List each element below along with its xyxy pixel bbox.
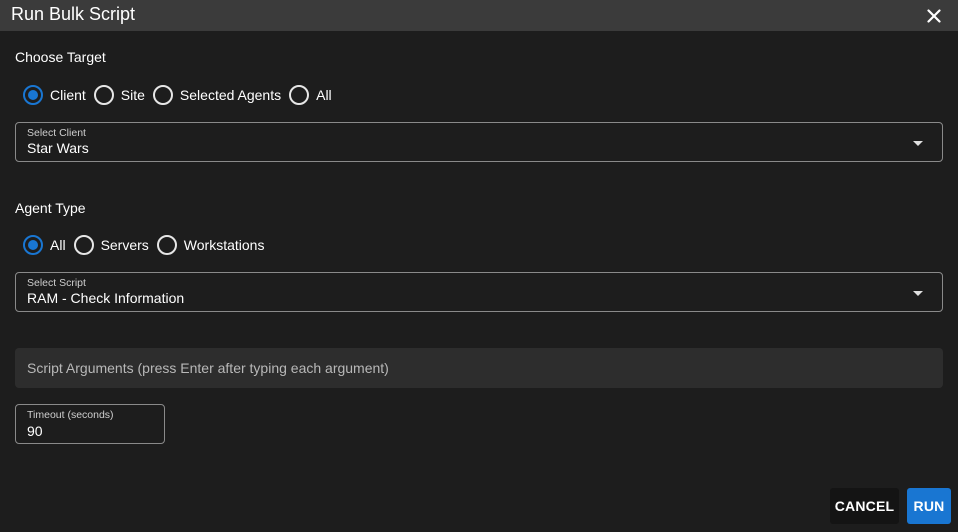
radio-label: Selected Agents xyxy=(179,87,282,103)
radio-unchecked-icon xyxy=(152,85,173,105)
timeout-field: Timeout (seconds) xyxy=(15,404,165,444)
radio-checked-icon xyxy=(23,85,43,105)
radio-label: All xyxy=(316,87,332,103)
dialog-title: Run Bulk Script xyxy=(11,4,136,24)
run-button[interactable]: RUN xyxy=(907,488,951,524)
radio-label: Workstations xyxy=(183,237,265,253)
radio-target-site[interactable]: Site xyxy=(93,85,145,105)
radio-label: Servers xyxy=(100,237,149,253)
radio-target-selected-agents[interactable]: Selected Agents xyxy=(152,85,282,105)
choose-target-heading: Choose Target xyxy=(15,49,106,65)
radio-agent-workstations[interactable]: Workstations xyxy=(156,235,265,255)
script-arguments-field xyxy=(15,348,943,388)
radio-unchecked-icon xyxy=(93,85,114,105)
radio-target-client[interactable]: Client xyxy=(23,85,86,105)
select-client-dropdown[interactable]: Select Client Star Wars xyxy=(15,122,943,162)
script-arguments-input[interactable] xyxy=(15,348,943,388)
radio-unchecked-icon xyxy=(289,85,310,105)
radio-target-all[interactable]: All xyxy=(289,85,332,105)
timeout-label: Timeout (seconds) xyxy=(27,409,114,421)
radio-label: Client xyxy=(50,87,86,103)
timeout-input[interactable] xyxy=(27,422,147,440)
cancel-button[interactable]: CANCEL xyxy=(830,488,899,524)
run-bulk-script-dialog: Run Bulk Script Choose Target Client Sit… xyxy=(0,0,958,532)
radio-unchecked-icon xyxy=(156,235,177,255)
radio-checked-icon xyxy=(23,235,43,255)
dialog-titlebar: Run Bulk Script xyxy=(0,0,958,31)
close-icon xyxy=(927,9,941,23)
target-radio-group: Client Site Selected Agents All xyxy=(23,84,340,106)
radio-unchecked-icon xyxy=(73,235,94,255)
caret-down-icon xyxy=(913,291,923,296)
radio-agent-servers[interactable]: Servers xyxy=(73,235,149,255)
select-script-label: Select Script xyxy=(27,277,86,289)
select-client-label: Select Client xyxy=(27,127,86,139)
radio-label: Site xyxy=(120,87,145,103)
select-script-value: RAM - Check Information xyxy=(27,290,185,306)
close-button[interactable] xyxy=(924,6,944,26)
agent-type-radio-group: All Servers Workstations xyxy=(23,234,272,256)
agent-type-heading: Agent Type xyxy=(15,200,86,216)
radio-label: All xyxy=(50,237,66,253)
radio-agent-all[interactable]: All xyxy=(23,235,66,255)
caret-down-icon xyxy=(913,141,923,146)
select-script-dropdown[interactable]: Select Script RAM - Check Information xyxy=(15,272,943,312)
select-client-value: Star Wars xyxy=(27,140,89,156)
